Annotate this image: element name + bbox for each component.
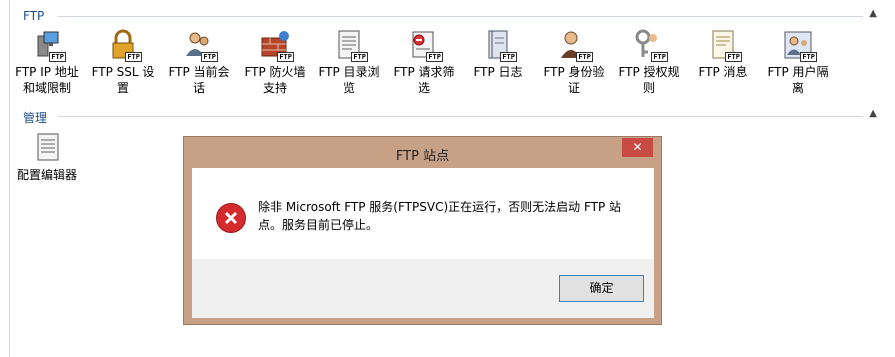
feature-label: 配置编辑器 [16, 168, 77, 182]
messages-icon: FTP [706, 28, 742, 62]
authentication-icon: FTP [557, 28, 593, 62]
current-sessions-icon: FTP [182, 28, 218, 62]
dialog-body: 除非 Microsoft FTP 服务(FTPSVC)正在运行，否则无法启动 F… [192, 168, 654, 318]
ftp-badge-icon: FTP [351, 52, 368, 62]
feature-label-line1: FTP 当前会 [168, 65, 230, 79]
feature-label-line1: FTP 日志 [473, 65, 523, 79]
ftp-badge-icon: FTP [651, 52, 668, 62]
close-button[interactable]: ✕ [622, 138, 653, 157]
collapse-chevron-icon[interactable]: ▲ [869, 108, 877, 119]
directory-browsing-icon: FTP [332, 28, 368, 62]
ftp-badge-icon: FTP [277, 52, 294, 62]
error-message-line2: 点。服务目前已停止。 [258, 218, 379, 232]
ftp-badge-icon: FTP [201, 52, 218, 62]
feature-label-line2: 话 [192, 81, 205, 95]
ok-button[interactable]: 确定 [559, 275, 644, 302]
ftp-badge-icon: FTP [125, 52, 142, 62]
feature-ftp-ssl-settings[interactable]: FTP FTP SSL 设 置 [85, 28, 161, 96]
ftp-badge-icon: FTP [576, 52, 593, 62]
feature-ftp-authentication[interactable]: FTP FTP 身份验 证 [536, 28, 612, 96]
ftp-section-header[interactable]: FTP ▲ [10, 7, 883, 25]
ftp-site-error-dialog: FTP 站点 ✕ 除非 Microsoft FTP 服务(FTPSVC)正在运行… [183, 136, 662, 325]
feature-label-line1: FTP 消息 [698, 65, 748, 79]
error-message-line1: 除非 Microsoft FTP 服务(FTPSVC)正在运行，否则无法启动 F… [258, 200, 622, 214]
feature-ftp-request-filtering[interactable]: FTP FTP 请求筛 选 [386, 28, 462, 96]
feature-ftp-ip-restrictions[interactable]: FTP FTP IP 地址 和域限制 [9, 28, 85, 96]
feature-ftp-firewall-support[interactable]: FTP FTP 防火墙 支持 [237, 28, 313, 96]
feature-label-line2: 离 [791, 81, 804, 95]
user-isolation-icon: FTP [781, 28, 817, 62]
feature-label-line2: 选 [417, 81, 430, 95]
error-icon [216, 203, 246, 233]
feature-label-line2: 览 [342, 81, 355, 95]
request-filtering-icon: FTP [407, 28, 443, 62]
feature-label-line2: 和域限制 [22, 81, 71, 95]
config-editor-icon [30, 131, 64, 165]
feature-ftp-logging[interactable]: FTP FTP 日志 [460, 28, 536, 80]
feature-label-line1: FTP 目录浏 [318, 65, 380, 79]
feature-ftp-user-isolation[interactable]: FTP FTP 用户隔 离 [760, 28, 836, 96]
feature-ftp-messages[interactable]: FTP FTP 消息 [685, 28, 761, 80]
dialog-title: FTP 站点 [395, 149, 450, 164]
feature-ftp-current-sessions[interactable]: FTP FTP 当前会 话 [161, 28, 237, 96]
ftp-badge-icon: FTP [49, 52, 66, 62]
message-area: 除非 Microsoft FTP 服务(FTPSVC)正在运行，否则无法启动 F… [192, 168, 654, 259]
ftp-badge-icon: FTP [800, 52, 817, 62]
close-icon: ✕ [632, 140, 643, 154]
feature-label-line2: 则 [642, 81, 655, 95]
ssl-settings-icon: FTP [106, 28, 142, 62]
feature-label-line2: 置 [116, 81, 129, 95]
feature-label-line2: 支持 [262, 81, 287, 95]
manage-section-header[interactable]: 管理 ▲ [10, 107, 883, 125]
section-divider [58, 116, 863, 117]
feature-label-line1: FTP 身份验 [543, 65, 605, 79]
section-divider [58, 16, 863, 17]
firewall-support-icon: FTP [258, 28, 294, 62]
feature-label-line1: FTP IP 地址 [15, 65, 79, 79]
dialog-titlebar[interactable]: FTP 站点 ✕ [184, 137, 661, 168]
ftp-badge-icon: FTP [426, 52, 443, 62]
manage-section-title: 管理 [23, 111, 48, 125]
authorization-rules-icon: FTP [632, 28, 668, 62]
feature-label-line1: FTP SSL 设 [91, 65, 155, 79]
feature-configuration-editor[interactable]: 配置编辑器 [9, 131, 85, 183]
ftp-section-title: FTP [23, 9, 45, 23]
feature-label-line1: FTP 授权规 [618, 65, 680, 79]
ftp-badge-icon: FTP [725, 52, 742, 62]
ip-restrictions-icon: FTP [30, 28, 66, 62]
feature-label-line2: 证 [567, 81, 580, 95]
feature-ftp-directory-browsing[interactable]: FTP FTP 目录浏 览 [311, 28, 387, 96]
feature-ftp-authorization-rules[interactable]: FTP FTP 授权规 则 [611, 28, 687, 96]
feature-label-line1: FTP 请求筛 [393, 65, 455, 79]
error-message: 除非 Microsoft FTP 服务(FTPSVC)正在运行，否则无法启动 F… [258, 198, 638, 234]
logging-icon: FTP [481, 28, 517, 62]
ftp-badge-icon: FTP [500, 52, 517, 62]
collapse-chevron-icon[interactable]: ▲ [869, 8, 877, 19]
feature-label-line1: FTP 用户隔 [767, 65, 829, 79]
feature-label-line1: FTP 防火墙 [244, 65, 306, 79]
